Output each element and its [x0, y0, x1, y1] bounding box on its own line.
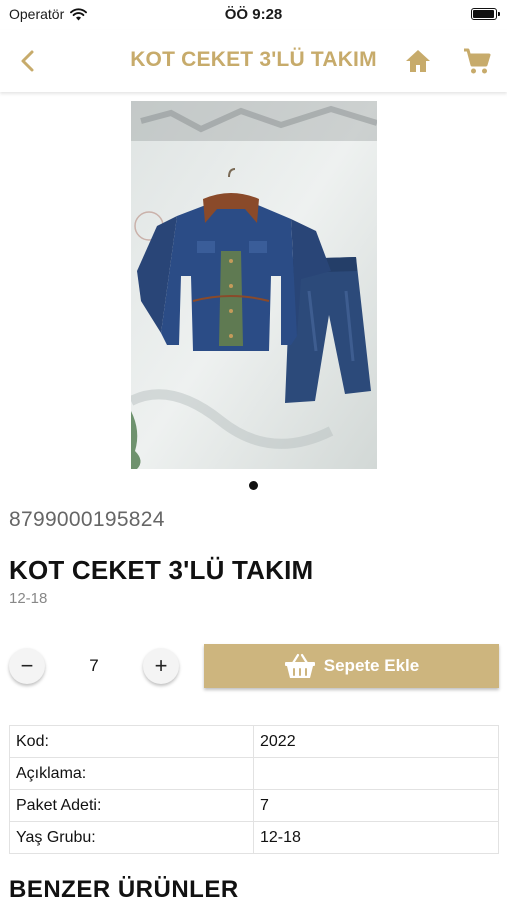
product-image[interactable]	[131, 101, 377, 469]
add-to-cart-label: Sepete Ekle	[323, 656, 420, 675]
basket-icon	[284, 653, 315, 678]
product-title: KOT CEKET 3'LÜ TAKIM	[9, 555, 314, 585]
quantity-increase-button[interactable]: +	[143, 648, 179, 684]
status-time: ÖÖ 9:28	[224, 6, 283, 23]
product-specs-table: Kod: 2022 Açıklama: Paket Adeti: 7 Yaş G…	[9, 725, 499, 854]
table-row: Paket Adeti: 7	[9, 789, 499, 822]
table-row: Yaş Grubu: 12-18	[9, 821, 499, 854]
quantity-decrease-button[interactable]: −	[9, 648, 45, 684]
spec-value	[253, 757, 499, 790]
table-row: Açıklama:	[9, 757, 499, 790]
spec-key: Yaş Grubu:	[9, 821, 254, 854]
home-icon[interactable]	[404, 47, 432, 75]
status-bar: Operatör ÖÖ 9:28	[0, 0, 507, 30]
battery-level	[473, 10, 494, 18]
nav-bar: KOT CEKET 3'LÜ TAKIM	[0, 30, 507, 92]
image-pager[interactable]	[0, 481, 507, 490]
product-barcode: 8799000195824	[9, 508, 165, 531]
spec-value: 2022	[253, 725, 499, 758]
table-row: Kod: 2022	[9, 725, 499, 758]
cart-icon[interactable]	[462, 46, 492, 76]
battery-icon	[471, 8, 500, 20]
add-to-cart-button[interactable]: Sepete Ekle	[204, 644, 499, 688]
spec-value: 12-18	[253, 821, 499, 854]
spec-key: Açıklama:	[9, 757, 254, 790]
spec-key: Paket Adeti:	[9, 789, 254, 822]
quantity-value: 7	[89, 656, 99, 675]
product-age-range: 12-18	[9, 590, 48, 607]
pager-dot-active[interactable]	[249, 481, 258, 490]
spec-key: Kod:	[9, 725, 254, 758]
spec-value: 7	[253, 789, 499, 822]
